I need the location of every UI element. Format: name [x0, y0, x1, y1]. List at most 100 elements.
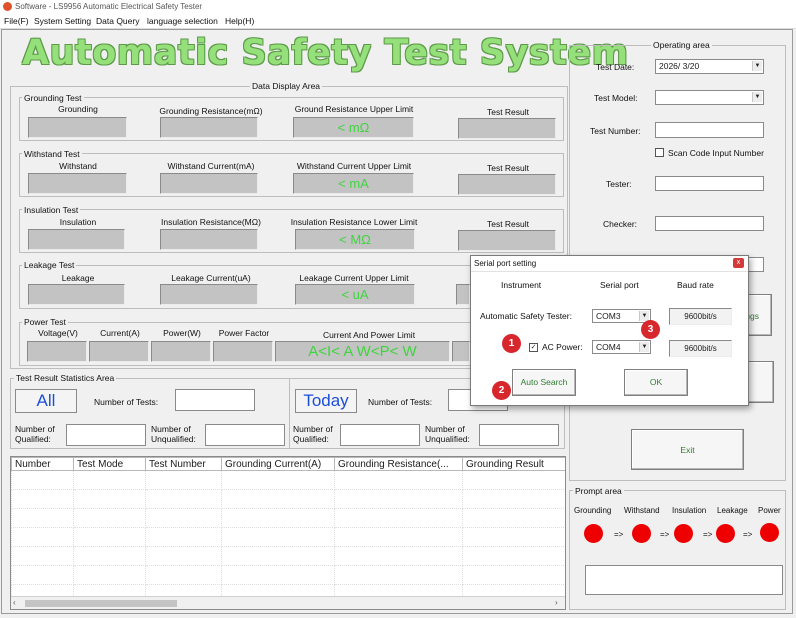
table-row [11, 508, 565, 528]
menu-system-setting[interactable]: System Setting [34, 16, 91, 26]
col-grounding-current[interactable]: Grounding Current(A) [221, 457, 335, 471]
today-unqualified-label: Number of Unqualified: [425, 424, 470, 444]
insulation-indicator [674, 524, 693, 543]
grounding-label: Grounding [58, 104, 98, 114]
safety-tester-port-select[interactable]: COM3 ▼ [592, 309, 651, 323]
menu-file[interactable]: File(F) [4, 16, 29, 26]
today-unqualified-value [479, 424, 559, 446]
ac-power-checkbox[interactable]: ✓ [529, 343, 538, 352]
statistics-divider [289, 378, 290, 448]
prompt-withstand-label: Withstand [624, 506, 660, 515]
table-row [11, 546, 565, 566]
leakage-test-title: Leakage Test [22, 260, 77, 270]
all-stat-button[interactable]: All [15, 389, 77, 413]
ac-power-port-select[interactable]: COM4 ▼ [592, 340, 651, 354]
grounding-resistance-value [160, 117, 258, 138]
col-test-mode[interactable]: Test Mode [73, 457, 146, 471]
safety-tester-baud: 9600bit/s [669, 308, 732, 325]
results-table[interactable]: Number Test Mode Test Number Grounding C… [10, 456, 566, 610]
safety-tester-label: Automatic Safety Tester: [480, 311, 572, 321]
prompt-insulation-label: Insulation [672, 506, 707, 515]
col-number[interactable]: Number [11, 457, 74, 471]
menu-data-query[interactable]: Data Query [96, 16, 139, 26]
leakage-current-label: Leakage Current(uA) [171, 273, 251, 283]
power-factor-value [213, 341, 273, 362]
close-icon[interactable]: x [733, 258, 744, 268]
today-qualified-label: Number of Qualified: [293, 424, 333, 444]
menu-help[interactable]: Help(H) [225, 16, 254, 26]
table-row [11, 527, 565, 547]
prompt-leakage-label: Leakage [717, 506, 748, 515]
insulation-result-value [458, 230, 556, 251]
callout-marker-1: 1 [502, 334, 521, 353]
title-bar: Software - LS9956 Automatic Electrical S… [0, 0, 796, 14]
withstand-result-value [458, 174, 556, 195]
chevron-down-icon[interactable]: ▼ [752, 61, 762, 71]
checker-input[interactable] [655, 216, 764, 231]
grounding-result-value [458, 118, 556, 139]
table-row [11, 565, 565, 585]
ac-power-port-value: COM4 [596, 342, 621, 352]
scrollbar-thumb[interactable] [25, 600, 177, 607]
power-value [151, 341, 211, 362]
test-number-label: Test Number: [590, 126, 641, 136]
test-model-select[interactable]: ▼ [655, 90, 764, 105]
grounding-indicator [584, 524, 603, 543]
page-title: Automatic Safety Test System [22, 33, 629, 73]
ac-power-label: AC Power: [542, 342, 583, 352]
chevron-down-icon[interactable]: ▼ [752, 92, 762, 102]
insulation-limit-label: Insulation Resistance Lower Limit [290, 217, 418, 227]
current-label: Current(A) [100, 328, 140, 338]
table-row [11, 470, 565, 490]
col-grounding-resistance[interactable]: Grounding Resistance(... [334, 457, 463, 471]
app-icon [3, 2, 12, 11]
leakage-label: Leakage [61, 273, 95, 283]
all-qualified-value [66, 424, 146, 446]
test-date-value: 2026/ 3/20 [659, 61, 700, 71]
today-stat-button[interactable]: Today [295, 389, 357, 413]
ok-button[interactable]: OK [624, 369, 688, 396]
withstand-indicator [632, 524, 651, 543]
chevron-down-icon[interactable]: ▼ [639, 342, 649, 352]
power-result-value [452, 341, 470, 362]
scroll-right-icon[interactable]: › [555, 599, 558, 607]
test-number-input[interactable] [655, 122, 764, 138]
withstand-label: Withstand [59, 161, 97, 171]
all-unqualified-label: Number of Unqualified: [151, 424, 196, 444]
all-unqualified-value [205, 424, 285, 446]
scan-code-label: Scan Code Input Number [668, 148, 764, 158]
scroll-left-icon[interactable]: ‹ [13, 599, 16, 607]
checker-label: Checker: [603, 219, 638, 229]
grounding-result-label: Test Result [486, 107, 530, 117]
grounding-status [28, 117, 127, 138]
grounding-test-title: Grounding Test [22, 93, 84, 103]
col-test-number[interactable]: Test Number [145, 457, 222, 471]
exit-button[interactable]: Exit [631, 429, 744, 470]
power-label: Power(W) [163, 328, 201, 338]
leakage-result-value [456, 284, 470, 305]
tester-input[interactable] [655, 176, 764, 191]
insulation-result-label: Test Result [486, 219, 530, 229]
operating-area-title: Operating area [651, 40, 712, 50]
voltage-label: Voltage(V) [38, 328, 78, 338]
horizontal-scrollbar[interactable]: ‹ › [11, 596, 565, 609]
all-qualified-label: Number of Qualified: [15, 424, 55, 444]
power-limit-value: A<I< A W<P< W [275, 341, 450, 362]
scan-code-checkbox[interactable] [655, 148, 664, 157]
col-grounding-result[interactable]: Grounding Result [462, 457, 565, 471]
leakage-status [28, 284, 125, 305]
instrument-header: Instrument [501, 280, 542, 290]
withstand-test-title: Withstand Test [22, 149, 82, 159]
test-date-picker[interactable]: 2026/ 3/20 ▼ [655, 59, 764, 74]
auto-search-button[interactable]: Auto Search [512, 369, 576, 396]
grounding-resistance-label: Grounding Resistance(mΩ) [159, 106, 263, 116]
safety-tester-port-value: COM3 [596, 311, 621, 321]
arrow-2: => [660, 530, 670, 539]
insulation-test-title: Insulation Test [22, 205, 81, 215]
prompt-message-box [585, 565, 783, 595]
callout-marker-2: 2 [492, 381, 511, 400]
test-date-label: Test Date: [596, 62, 635, 72]
leakage-limit-value: < uA [295, 284, 415, 305]
power-factor-label: Power Factor [218, 328, 270, 338]
menu-language-selection[interactable]: language selection [147, 16, 218, 26]
